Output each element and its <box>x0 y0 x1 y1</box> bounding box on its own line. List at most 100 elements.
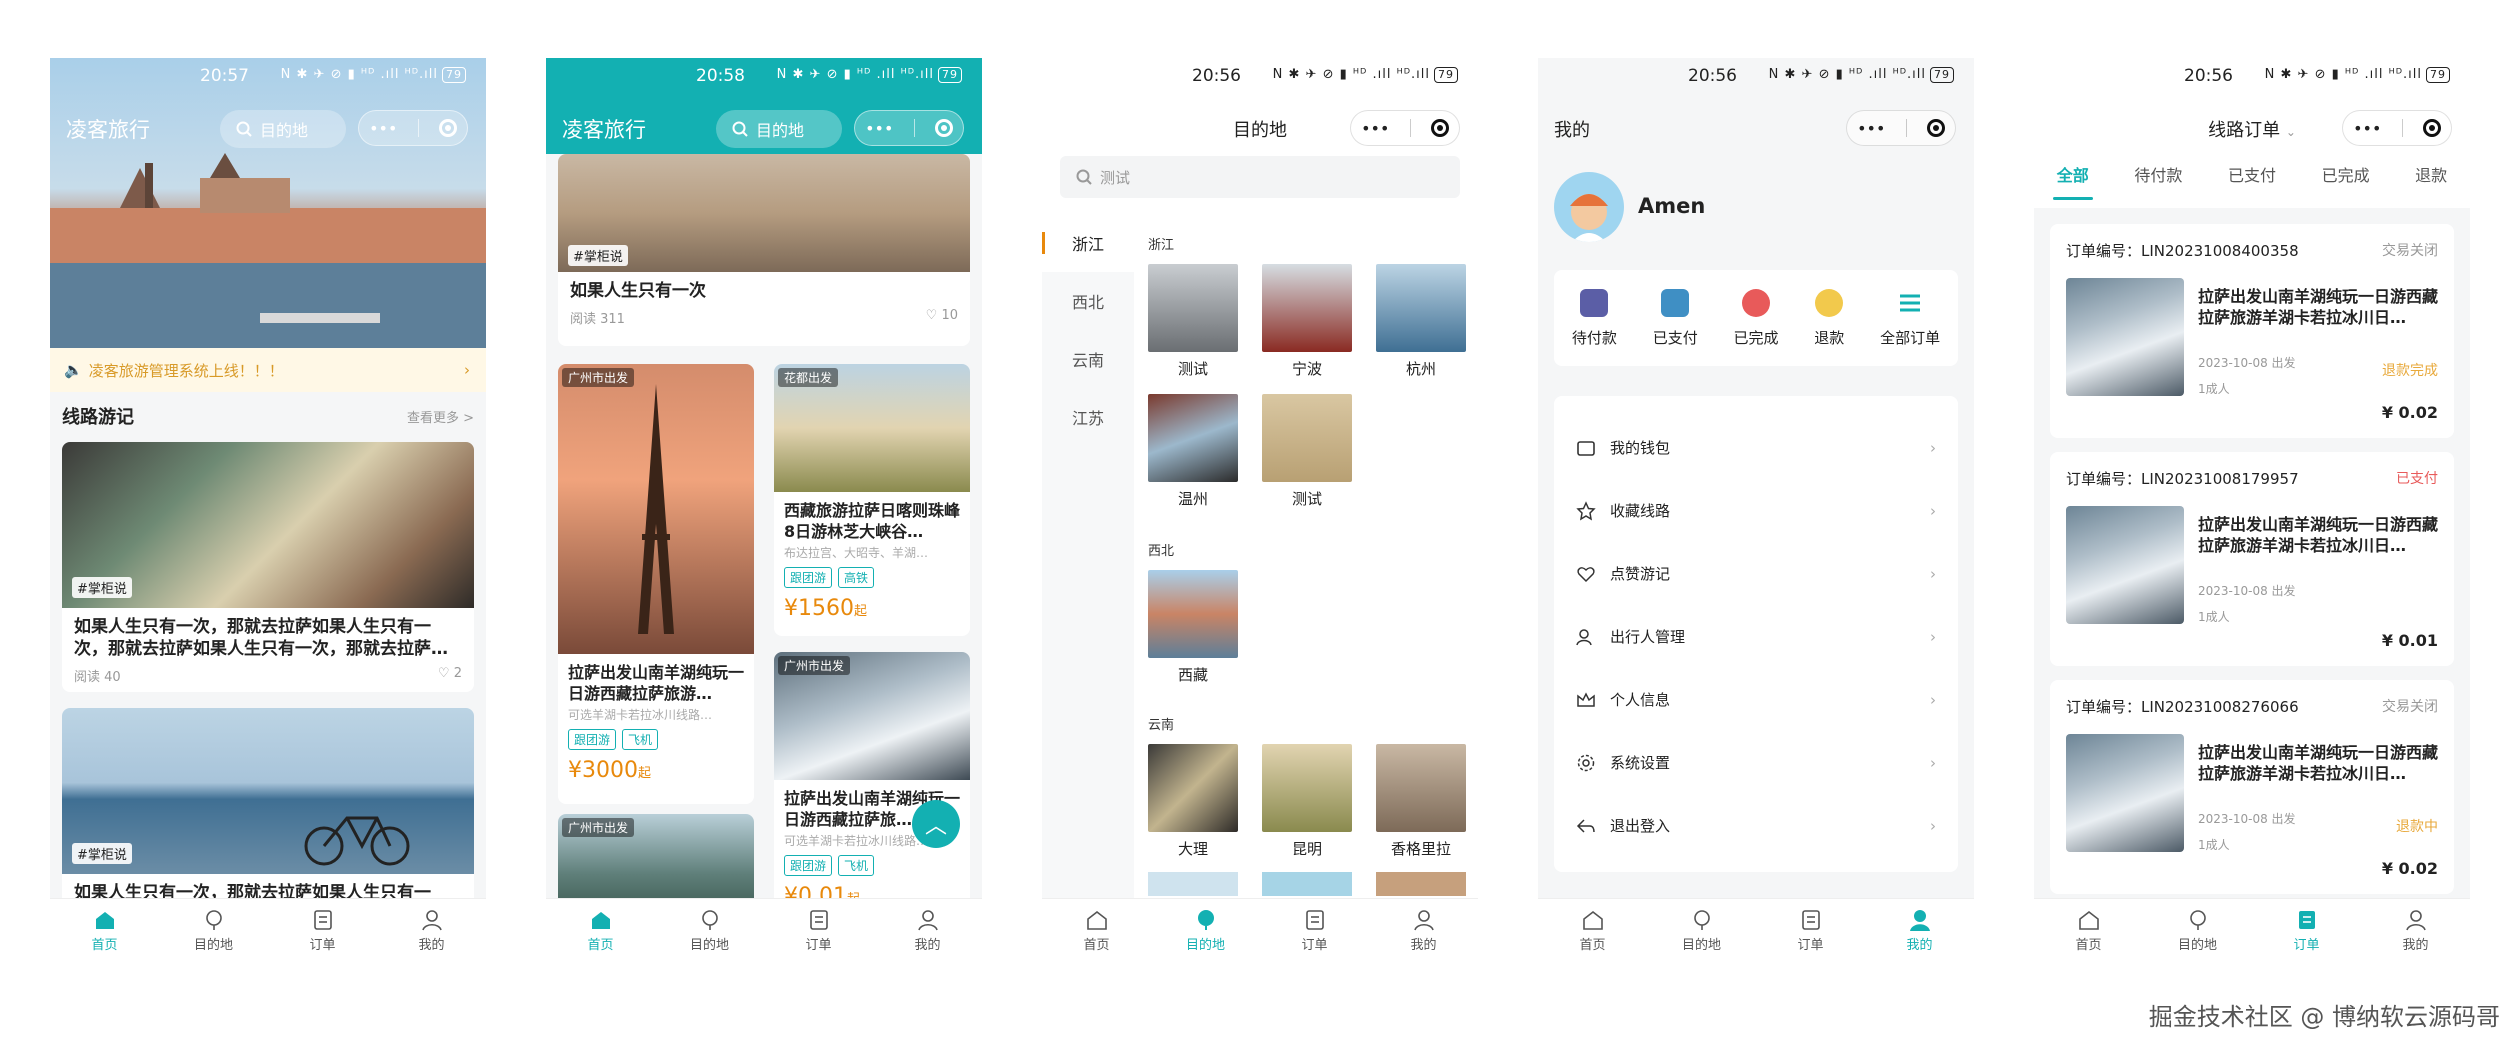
mini-program-capsule[interactable]: ••• <box>1846 110 1956 146</box>
tab-order[interactable]: 订单 <box>1275 908 1355 953</box>
avatar[interactable] <box>1554 172 1624 242</box>
see-more-link[interactable]: 查看更多 > <box>407 407 474 426</box>
traveler-count: 1成人 <box>2198 382 2230 396</box>
route-card[interactable]: 广州市出发 拉萨出发山南羊湖纯玩一日游西藏拉萨旅游… 可选羊湖卡若拉冰川线路… … <box>558 364 754 804</box>
tab-home[interactable]: 首页 <box>1057 908 1137 953</box>
route-card[interactable]: 广州市出发 拉萨出发山南羊湖纯玩一日游西藏拉萨旅… 可选羊湖卡若拉冰川线路… 跟… <box>774 652 970 914</box>
tab-home[interactable]: 首页 <box>2049 908 2129 953</box>
tab-home[interactable]: 首页 <box>65 908 145 953</box>
home-icon <box>1086 910 1107 930</box>
sidebar-item-yunnan[interactable]: 云南 <box>1042 330 1134 388</box>
shortcut-paid[interactable]: 已支付 <box>1653 288 1698 348</box>
destination-item[interactable]: 大理 <box>1148 744 1238 859</box>
tab-bar: 首页 目的地 订单 我的 <box>1042 898 1478 962</box>
tab-refund[interactable]: 退款 <box>2415 162 2447 200</box>
tab-paid[interactable]: 已支付 <box>2228 162 2276 200</box>
tab-me[interactable]: 我的 <box>2376 908 2456 953</box>
tab-order[interactable]: 订单 <box>283 908 363 953</box>
close-target-icon[interactable] <box>1430 119 1449 137</box>
tab-me[interactable]: 我的 <box>1880 908 1960 953</box>
destination-item[interactable]: 杭州 <box>1376 264 1466 379</box>
menu-item-logout[interactable]: 退出登入 › <box>1554 794 1958 857</box>
menu-item-wallet[interactable]: 我的钱包 › <box>1554 416 1958 479</box>
tab-me[interactable]: 我的 <box>888 908 968 953</box>
travel-note-card[interactable]: #掌柜说 如果人生只有一次，那就去拉萨如果人生只有一 <box>62 708 474 908</box>
mini-program-capsule[interactable]: ••• <box>2342 110 2452 146</box>
destination-search[interactable]: 目的地 <box>716 110 842 148</box>
tab-order[interactable]: 订单 <box>2267 908 2347 953</box>
like-count[interactable]: ♡ 10 <box>926 308 958 327</box>
more-icon[interactable]: ••• <box>369 119 397 138</box>
hero-banner-prague[interactable] <box>50 58 486 348</box>
home-icon <box>591 912 610 929</box>
tab-completed[interactable]: 已完成 <box>2322 162 2370 200</box>
menu-item-liked-notes[interactable]: 点赞游记 › <box>1554 542 1958 605</box>
tab-all[interactable]: 全部 <box>2052 162 2093 200</box>
menu-item-favorites[interactable]: 收藏线路 › <box>1554 479 1958 542</box>
destination-item[interactable]: 测试 <box>1262 394 1352 509</box>
status-icons: N ✱ ✈ ⊘ ▮ ᴴᴰ .ıll ᴴᴰ.ıll 79 <box>2265 67 2450 83</box>
back-to-top-button[interactable]: ︿ <box>912 800 960 848</box>
region-label: 云南 <box>1148 718 1175 733</box>
shortcut-completed[interactable]: 已完成 <box>1733 288 1779 348</box>
order-title: 拉萨出发山南羊湖纯玩一日游西藏拉萨旅游羊湖卡若拉冰川日… <box>2198 515 2439 555</box>
more-icon[interactable]: ••• <box>865 119 893 138</box>
menu-item-profile[interactable]: 个人信息 › <box>1554 668 1958 731</box>
route-card[interactable]: 花都出发 西藏旅游拉萨日喀则珠峰8日游林芝大峡谷… 布达拉宫、大昭寺、羊湖… 跟… <box>774 364 970 636</box>
order-card[interactable]: 订单编号：LIN20231008400358 交易关闭 拉萨出发山南羊湖纯玩一日… <box>2050 224 2454 438</box>
sidebar-item-jiangsu[interactable]: 江苏 <box>1042 388 1134 446</box>
location-icon <box>701 910 718 930</box>
menu-item-travelers[interactable]: 出行人管理 › <box>1554 605 1958 668</box>
order-card[interactable]: 订单编号：LIN20231008179957 已支付 拉萨出发山南羊湖纯玩一日游… <box>2050 452 2454 666</box>
tab-home[interactable]: 首页 <box>561 908 641 953</box>
departure-date: 2023-10-08 出发 <box>2198 356 2296 370</box>
wallet-icon <box>1577 440 1595 456</box>
tab-destination[interactable]: 目的地 <box>2158 908 2238 953</box>
tab-me[interactable]: 我的 <box>392 908 472 953</box>
shortcut-refund[interactable]: 退款 <box>1814 288 1844 348</box>
username: Amen <box>1638 194 1706 218</box>
tab-order[interactable]: 订单 <box>1771 908 1851 953</box>
shortcut-all-orders[interactable]: 全部订单 <box>1880 289 1940 348</box>
route-price: ¥3000起 <box>568 758 652 783</box>
tab-home[interactable]: 首页 <box>1553 908 1633 953</box>
like-count[interactable]: ♡ 2 <box>438 666 462 685</box>
tab-destination[interactable]: 目的地 <box>670 908 750 953</box>
destination-item[interactable]: 温州 <box>1148 394 1238 509</box>
destination-item[interactable]: 昆明 <box>1262 744 1352 859</box>
travel-note-card[interactable]: #掌柜说 如果人生只有一次，那就去拉萨如果人生只有一次，那就去拉萨如果人生只有一… <box>62 442 474 692</box>
tab-order[interactable]: 订单 <box>779 908 859 953</box>
user-icon <box>917 910 938 931</box>
destination-item[interactable]: 宁波 <box>1262 264 1352 379</box>
tab-destination[interactable]: 目的地 <box>174 908 254 953</box>
destination-search[interactable]: 目的地 <box>220 110 346 148</box>
route-subtitle: 布达拉宫、大昭寺、羊湖… <box>784 546 929 560</box>
menu-item-settings[interactable]: 系统设置 › <box>1554 731 1958 794</box>
mini-program-capsule[interactable]: ••• <box>358 110 468 146</box>
tab-me[interactable]: 我的 <box>1384 908 1464 953</box>
sidebar-item-zhejiang[interactable]: 浙江 <box>1042 214 1134 272</box>
chevron-right-icon: › <box>464 361 470 379</box>
destination-item[interactable]: 西藏 <box>1148 570 1238 685</box>
more-icon[interactable]: ••• <box>1361 119 1389 138</box>
sidebar-item-northwest[interactable]: 西北 <box>1042 272 1134 330</box>
close-target-icon[interactable] <box>934 119 953 137</box>
shortcut-pending-payment[interactable]: 待付款 <box>1572 288 1617 348</box>
more-icon[interactable]: ••• <box>1857 119 1885 138</box>
order-card[interactable]: 订单编号：LIN20231008276066 交易关闭 拉萨出发山南羊湖纯玩一日… <box>2050 680 2454 894</box>
tab-pending-payment[interactable]: 待付款 <box>2134 162 2182 200</box>
tab-destination[interactable]: 目的地 <box>1166 908 1246 953</box>
destination-item[interactable]: 测试 <box>1148 264 1238 379</box>
mini-program-capsule[interactable]: ••• <box>854 110 964 146</box>
notice-bar[interactable]: 🔈 凌客旅游管理系统上线！！！ › <box>50 348 486 392</box>
more-icon[interactable]: ••• <box>2353 119 2381 138</box>
search-input[interactable]: 测试 <box>1060 156 1460 198</box>
mini-program-capsule[interactable]: ••• <box>1350 110 1460 146</box>
destination-item[interactable]: 香格里拉 <box>1376 744 1466 859</box>
close-target-icon[interactable] <box>2422 119 2441 137</box>
close-target-icon[interactable] <box>1926 119 1945 137</box>
tab-destination[interactable]: 目的地 <box>1662 908 1742 953</box>
departure-label: 花都出发 <box>778 368 839 387</box>
close-target-icon[interactable] <box>438 119 457 137</box>
travel-note-card[interactable]: #掌柜说 如果人生只有一次 阅读 311 ♡ 10 <box>558 154 970 346</box>
